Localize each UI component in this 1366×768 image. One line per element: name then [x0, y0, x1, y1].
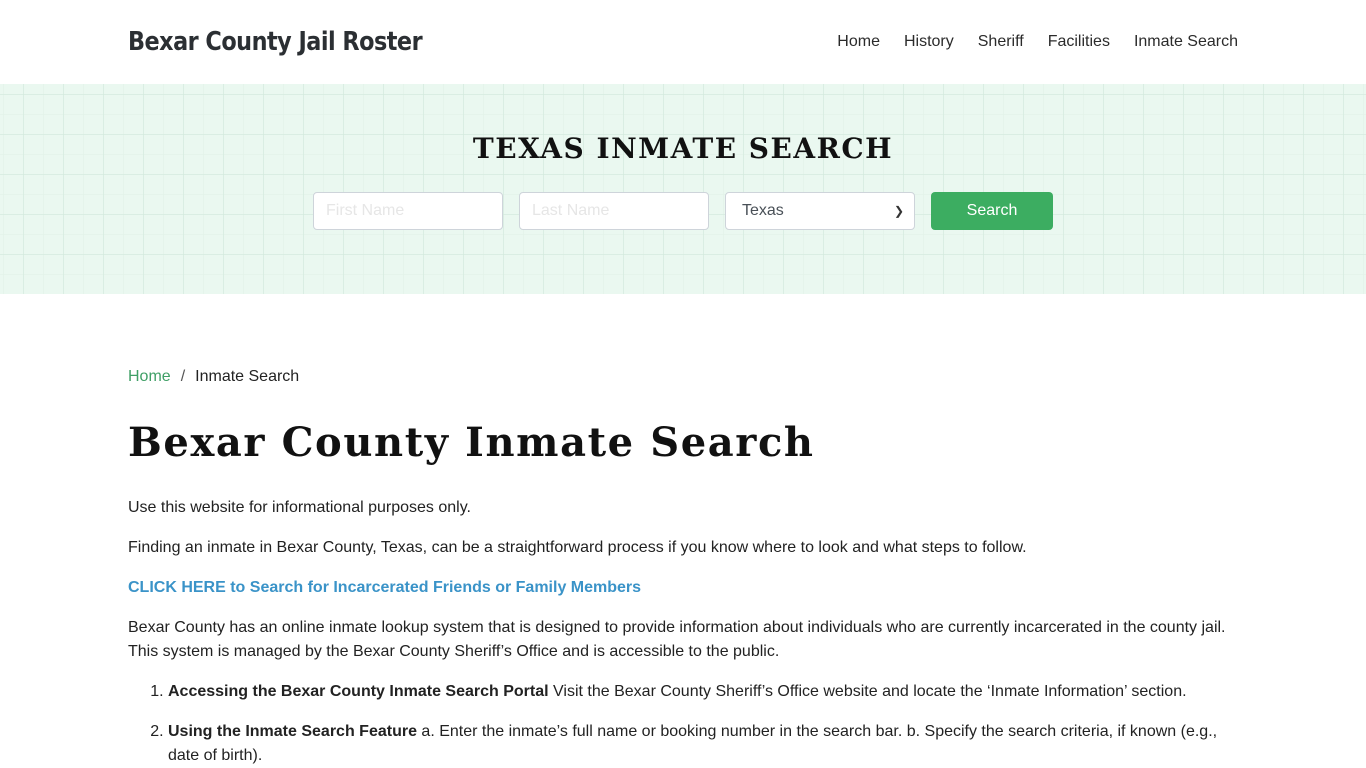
system-description: Bexar County has an online inmate lookup… — [128, 619, 1226, 660]
disclaimer-text: Use this website for informational purpo… — [128, 499, 471, 516]
nav-home[interactable]: Home — [837, 33, 880, 51]
last-name-input[interactable] — [519, 192, 709, 230]
list-item: Accessing the Bexar County Inmate Search… — [168, 680, 1238, 704]
search-cta-link[interactable]: CLICK HERE to Search for Incarcerated Fr… — [128, 576, 641, 600]
search-hero: TEXAS INMATE SEARCH Texas ❯ Search — [0, 84, 1366, 294]
site-brand-link[interactable]: Bexar County Jail Roster — [128, 27, 423, 57]
steps-list: Accessing the Bexar County Inmate Search… — [128, 680, 1238, 768]
hero-title: TEXAS INMATE SEARCH — [472, 132, 894, 165]
main-nav: Home History Sheriff Facilities Inmate S… — [813, 33, 1238, 51]
page-title: Bexar County Inmate Search — [128, 419, 815, 466]
breadcrumb: Home / Inmate Search — [128, 368, 1238, 386]
main-content: Home / Inmate Search Bexar County Inmate… — [0, 294, 1366, 768]
nav-facilities[interactable]: Facilities — [1048, 33, 1110, 51]
list-item: Using the Inmate Search Feature a. Enter… — [168, 720, 1238, 768]
step-title: Using the Inmate Search Feature — [168, 723, 417, 740]
breadcrumb-home[interactable]: Home — [128, 368, 171, 386]
first-name-input[interactable] — [313, 192, 503, 230]
nav-inmate-search[interactable]: Inmate Search — [1134, 33, 1238, 51]
nav-history[interactable]: History — [904, 33, 954, 51]
breadcrumb-separator: / — [180, 368, 186, 385]
chevron-down-icon: ❯ — [893, 204, 904, 218]
cta-paragraph: CLICK HERE to Search for Incarcerated Fr… — [128, 576, 1238, 600]
state-select-value: Texas — [742, 202, 784, 219]
step-text: Visit the Bexar County Sheriff’s Office … — [548, 683, 1187, 700]
inmate-search-form: Texas ❯ Search — [0, 192, 1366, 230]
step-title: Accessing the Bexar County Inmate Search… — [168, 683, 549, 700]
intro-paragraph: Finding an inmate in Bexar County, Texas… — [128, 539, 1027, 556]
search-button[interactable]: Search — [931, 192, 1053, 230]
state-select[interactable]: Texas ❯ — [725, 192, 915, 230]
site-header: Bexar County Jail Roster Home History Sh… — [0, 0, 1366, 84]
nav-sheriff[interactable]: Sheriff — [978, 33, 1024, 51]
breadcrumb-current: Inmate Search — [195, 368, 300, 385]
